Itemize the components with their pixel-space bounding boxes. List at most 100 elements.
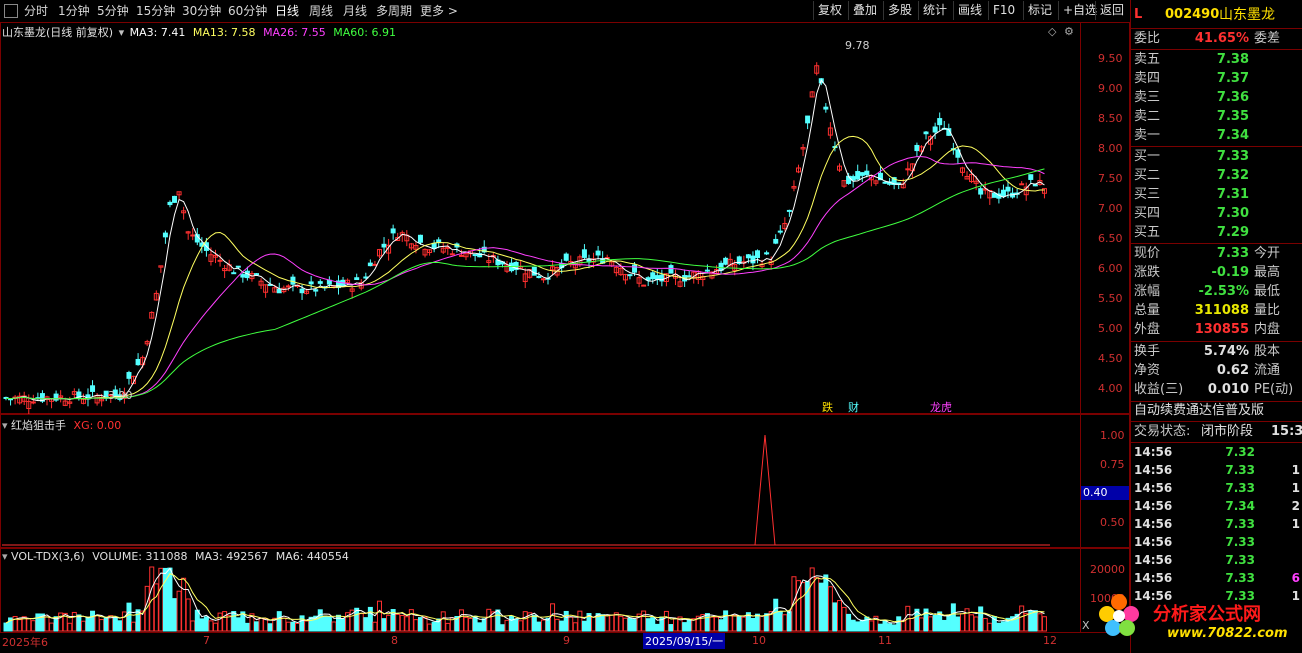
price-tick: 6.00 bbox=[1098, 262, 1123, 275]
mark-button[interactable]: 标记 bbox=[1023, 1, 1056, 20]
volume-bar bbox=[704, 613, 710, 632]
ask-level-label: 卖三 bbox=[1134, 90, 1161, 105]
volume-bar bbox=[285, 621, 291, 632]
tick-price: 7.33 bbox=[1225, 553, 1255, 567]
volume-bar bbox=[126, 602, 132, 632]
volume-bar bbox=[358, 613, 364, 632]
period-5min[interactable]: 5分钟 bbox=[97, 3, 129, 19]
period-30min[interactable]: 30分钟 bbox=[182, 3, 221, 19]
candle-body bbox=[417, 234, 423, 243]
toggle-sidebar-button[interactable] bbox=[4, 4, 18, 18]
candle-body bbox=[126, 372, 132, 379]
volume-bar bbox=[513, 618, 519, 632]
ask-row[interactable]: 卖四 7.37 bbox=[1131, 69, 1302, 89]
candle-body bbox=[786, 209, 792, 212]
back-button[interactable]: 返回 bbox=[1095, 1, 1128, 20]
f10-button[interactable]: F10 bbox=[988, 1, 1019, 20]
event-marker-dragon-tiger[interactable]: 龙虎 bbox=[930, 399, 952, 415]
tick-row: 14:56 7.33 1 bbox=[1131, 461, 1302, 479]
candle-body bbox=[668, 265, 674, 274]
indicator-tick: 1.00 bbox=[1100, 429, 1125, 442]
volume-bar bbox=[832, 602, 838, 632]
candle-body bbox=[595, 250, 601, 256]
volume-bar bbox=[591, 616, 597, 632]
period-daily[interactable]: 日线 bbox=[275, 3, 299, 19]
period-intraday[interactable]: 分时 bbox=[24, 3, 48, 19]
price-tick: 9.00 bbox=[1098, 82, 1123, 95]
adjust-button[interactable]: 复权 bbox=[813, 1, 846, 20]
period-1min[interactable]: 1分钟 bbox=[58, 3, 90, 19]
volume-bar bbox=[764, 613, 770, 632]
volume-bar bbox=[641, 610, 647, 632]
volume-bar bbox=[814, 577, 820, 632]
volume-bar bbox=[331, 621, 337, 632]
tick-time: 14:56 bbox=[1134, 535, 1173, 549]
period-60min[interactable]: 60分钟 bbox=[228, 3, 267, 19]
volume-bar bbox=[946, 614, 952, 632]
volume-bar bbox=[49, 622, 55, 632]
volume-bar bbox=[322, 615, 328, 632]
volume-bar bbox=[58, 612, 64, 632]
volume-bar bbox=[868, 620, 874, 632]
volume-chart[interactable] bbox=[0, 548, 1080, 633]
bid-row[interactable]: 买三 7.31 bbox=[1131, 185, 1302, 205]
volume-bar bbox=[486, 608, 492, 632]
volume-bar bbox=[340, 618, 346, 632]
order-ratio-value: 41.65% bbox=[1194, 31, 1249, 46]
tick-price: 7.33 bbox=[1225, 481, 1255, 495]
stock-code[interactable]: 002490 bbox=[1165, 4, 1219, 26]
candle-body bbox=[718, 262, 724, 271]
period-monthly[interactable]: 月线 bbox=[343, 3, 367, 19]
ask-row[interactable]: 卖五 7.38 bbox=[1131, 50, 1302, 70]
period-more[interactable]: 更多 > bbox=[420, 3, 458, 19]
date-tick: 9 bbox=[563, 634, 570, 647]
ask-row[interactable]: 卖二 7.35 bbox=[1131, 107, 1302, 127]
draw-line-button[interactable]: 画线 bbox=[953, 1, 986, 20]
bid-row[interactable]: 买二 7.32 bbox=[1131, 166, 1302, 186]
finance-label: 换手 bbox=[1134, 344, 1161, 359]
volume-bar bbox=[509, 615, 515, 632]
period-multi[interactable]: 多周期 bbox=[376, 3, 412, 19]
candle-body bbox=[317, 281, 323, 284]
volume-bar bbox=[982, 617, 988, 632]
volume-bar bbox=[422, 616, 428, 632]
volume-bar bbox=[663, 610, 669, 632]
period-15min[interactable]: 15分钟 bbox=[136, 3, 175, 19]
candlestick-chart[interactable] bbox=[0, 22, 1080, 414]
indicator-tick: 0.75 bbox=[1100, 458, 1125, 471]
volume-bar bbox=[932, 614, 938, 632]
ask-level-label: 卖四 bbox=[1134, 71, 1161, 86]
candle-body bbox=[859, 172, 865, 176]
bid-row[interactable]: 买四 7.30 bbox=[1131, 204, 1302, 224]
price-tick: 7.50 bbox=[1098, 172, 1123, 185]
volume-bar bbox=[1032, 610, 1038, 632]
overlay-button[interactable]: 叠加 bbox=[848, 1, 881, 20]
promo-banner[interactable]: 自动续费通达信普及版 bbox=[1131, 401, 1302, 421]
bid-row[interactable]: 买五 7.29 bbox=[1131, 223, 1302, 243]
statistics-button[interactable]: 统计 bbox=[918, 1, 951, 20]
stat-label-2: 最高 bbox=[1254, 265, 1281, 280]
volume-bar bbox=[267, 623, 273, 632]
ask-price: 7.34 bbox=[1216, 128, 1249, 143]
candle-body bbox=[254, 273, 260, 276]
stock-name[interactable]: 山东墨龙 bbox=[1219, 4, 1275, 26]
period-weekly[interactable]: 周线 bbox=[309, 3, 333, 19]
ask-row[interactable]: 卖三 7.36 bbox=[1131, 88, 1302, 108]
promo-banner-text[interactable]: 自动续费通达信普及版 bbox=[1134, 401, 1264, 421]
indicator-chart[interactable] bbox=[0, 414, 1080, 548]
candle-body bbox=[231, 272, 237, 275]
ask-row[interactable]: 卖一 7.34 bbox=[1131, 126, 1302, 146]
candle-body bbox=[855, 171, 861, 180]
candle-body bbox=[632, 264, 638, 273]
price-tick: 4.00 bbox=[1098, 382, 1123, 395]
volume-bar bbox=[244, 622, 250, 632]
event-marker-finance[interactable]: 财 bbox=[848, 399, 859, 415]
volume-bar bbox=[823, 574, 829, 632]
volume-bar bbox=[723, 610, 729, 632]
bid-price: 7.31 bbox=[1216, 187, 1249, 202]
volume-bar bbox=[85, 617, 91, 632]
bid-row[interactable]: 买一 7.33 bbox=[1131, 147, 1302, 167]
event-marker-drop[interactable]: 跌 bbox=[822, 399, 833, 415]
multi-stock-button[interactable]: 多股 bbox=[883, 1, 916, 20]
volume-bar bbox=[103, 617, 109, 632]
